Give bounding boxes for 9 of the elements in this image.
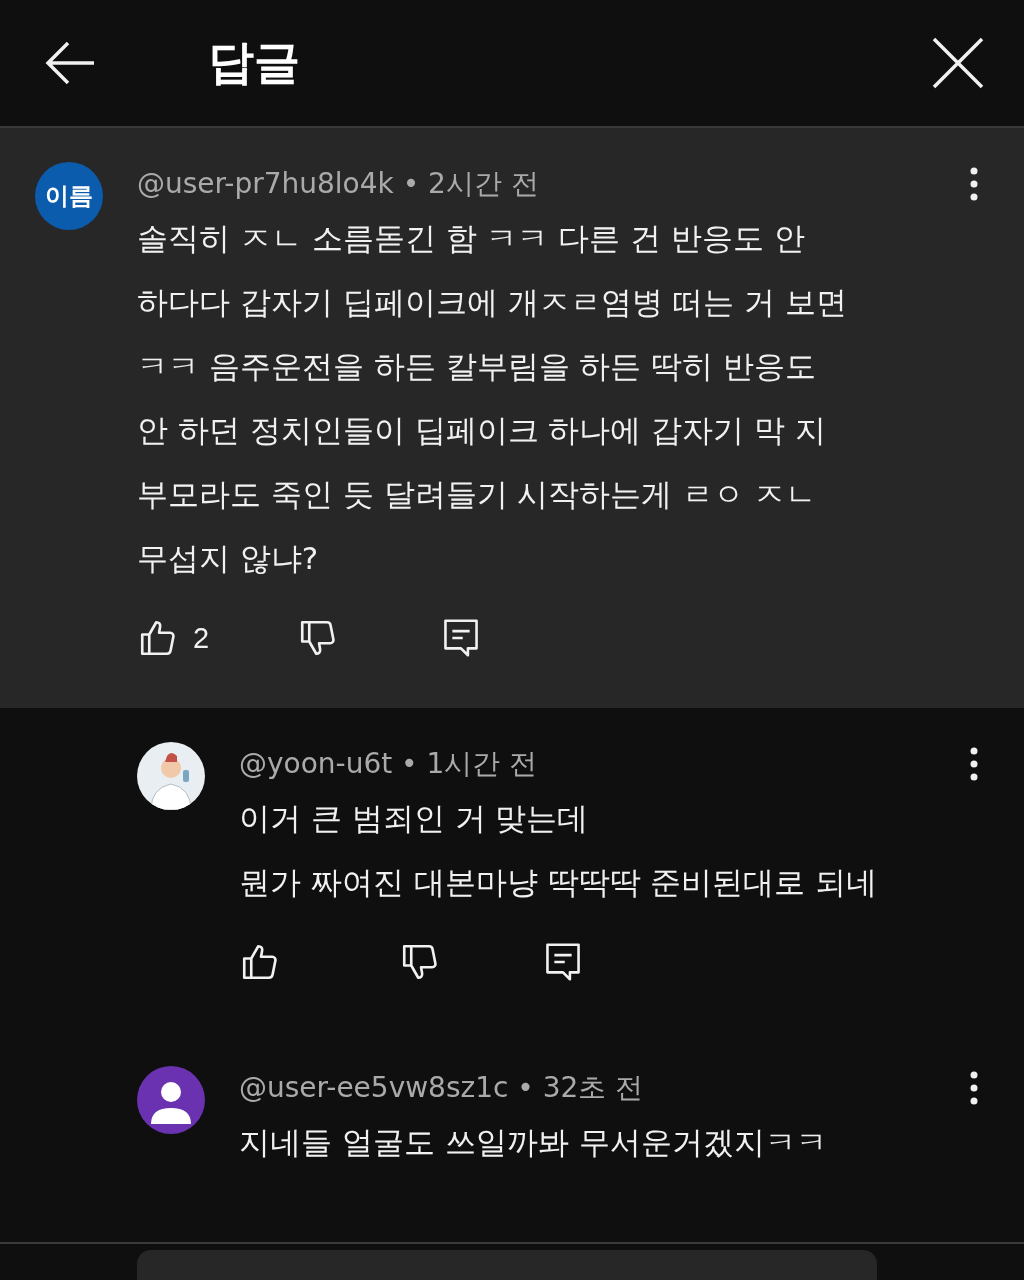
avatar: 이름: [35, 162, 103, 230]
reply-meta: @user-ee5vw8sz1c • 32초 전: [239, 1070, 644, 1106]
comment-meta: @user-pr7hu8lo4k • 2시간 전: [137, 166, 539, 202]
reply-text: 이거 큰 범죄인 거 맞는데 뭔가 짜여진 대본마냥 딱딱딱 준비된대로 되네: [239, 799, 879, 902]
comment-text: 솔직히 ㅈㄴ 소름돋긴 함 ㅋㅋ 다른 건 반응도 안 하다다 갑자기 딥페이크에 개ㅈㄹ염병 떠는 거 보면 ㅋㅋ 음주운전을 하든 칼부림을 하든 딱히 반응도 안 하던 정치인들이 딥페이크 하나에 갑자기 막 지 부모라도 죽인 듯 달려들기 시작하는게 ㄹㅇ ㅈㄴ 무섭지 않냐?: [137, 219, 849, 578]
reply-text: 지네들 얼굴도 쓰일까봐 무서운거겠지ㅋㅋ: [239, 1123, 828, 1162]
reply-meta: @yoon-u6t • 1시간 전: [239, 746, 538, 782]
page-title: 답글: [208, 34, 301, 91]
like-button[interactable]: 2: [137, 617, 297, 659]
